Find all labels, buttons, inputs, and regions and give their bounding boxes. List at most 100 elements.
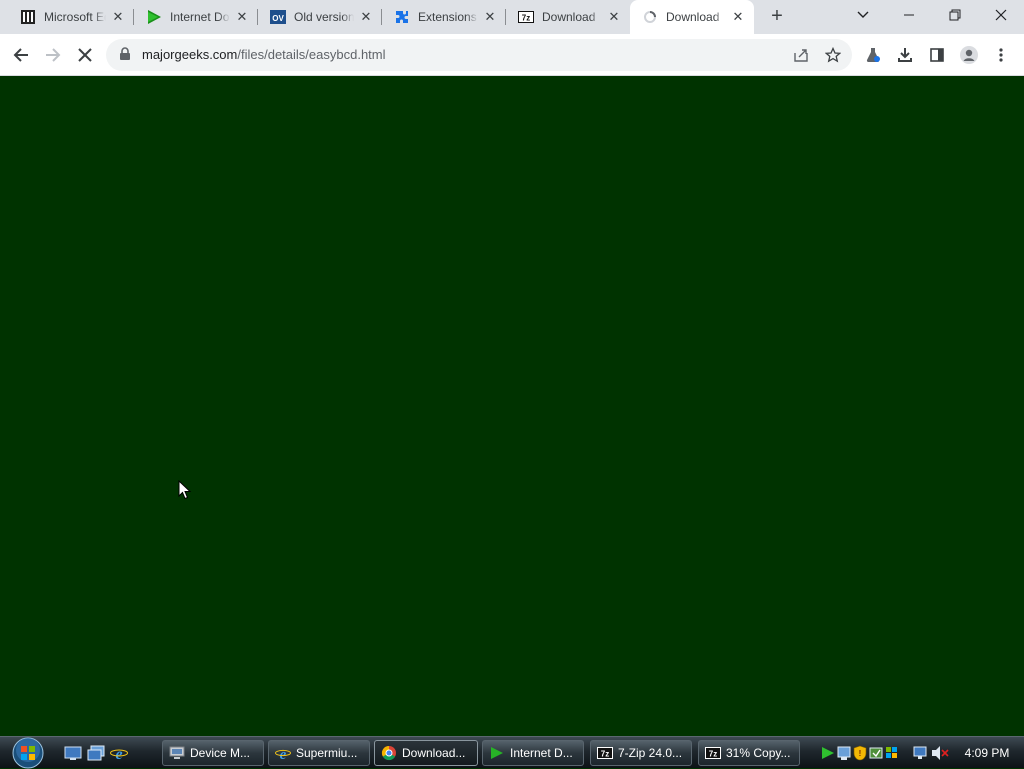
chrome-icon xyxy=(381,745,397,761)
taskbar-item-label: Internet D... xyxy=(510,746,573,760)
tab-title: Download xyxy=(666,10,720,24)
tab-extensions[interactable]: Extensions ✕ xyxy=(382,0,506,34)
tab-title: Microsoft Edge xyxy=(44,10,106,24)
star-icon xyxy=(825,47,841,63)
device-manager-icon xyxy=(169,745,185,761)
flask-icon xyxy=(866,48,880,62)
oldversion-tab-icon: OV xyxy=(270,9,286,25)
tab-title: Internet Download Manager xyxy=(170,10,230,24)
new-tab-button[interactable]: + xyxy=(766,6,788,28)
taskbar-item-label: Supermiu... xyxy=(296,746,358,760)
avatar-icon xyxy=(960,46,978,64)
idm-tray-icon[interactable] xyxy=(822,747,834,759)
ie-icon: e xyxy=(275,745,291,761)
tab-download-active[interactable]: Download ✕ xyxy=(630,0,754,34)
tab-internet-download-manager[interactable]: Internet Download Manager ✕ xyxy=(134,0,258,34)
download-icon xyxy=(898,48,912,62)
url-text: majorgeeks.com/files/details/easybcd.htm… xyxy=(142,39,386,71)
tab-search-button[interactable] xyxy=(840,0,886,30)
back-button[interactable] xyxy=(8,42,34,68)
taskbar-item-label: 31% Copy... xyxy=(726,746,791,760)
downloads-button[interactable] xyxy=(892,42,918,68)
tab-title: Old version xyxy=(294,10,354,24)
more-vertical-icon xyxy=(999,48,1003,62)
system-tray: ! xyxy=(822,745,949,761)
svg-text:OV: OV xyxy=(272,14,284,23)
forward-button[interactable] xyxy=(40,42,66,68)
share-button[interactable] xyxy=(788,42,814,68)
close-tab-icon[interactable]: ✕ xyxy=(110,9,126,25)
taskbar-item-internet-download-manager[interactable]: Internet D... xyxy=(482,740,584,766)
idm-icon xyxy=(489,745,505,761)
network-tray-icon[interactable] xyxy=(837,746,851,760)
mouse-pointer-icon xyxy=(178,480,192,500)
7zip-icon: 7z xyxy=(597,745,613,761)
internet-explorer-icon[interactable]: e xyxy=(110,745,128,761)
start-button[interactable] xyxy=(8,737,48,769)
taskbar-item-supermium[interactable]: e Supermiu... xyxy=(268,740,370,766)
side-panel-button[interactable] xyxy=(924,42,950,68)
page-content[interactable] xyxy=(0,76,1024,736)
switch-windows-icon[interactable] xyxy=(87,745,105,761)
system-clock[interactable]: 4:09 PM xyxy=(960,737,1014,769)
close-tab-icon[interactable]: ✕ xyxy=(482,9,498,25)
close-tab-icon[interactable]: ✕ xyxy=(358,9,374,25)
svg-text:e: e xyxy=(115,746,122,761)
restore-button[interactable] xyxy=(932,0,978,30)
url-path: /files/details/easybcd.html xyxy=(237,47,386,62)
taskbar-item-copy-progress[interactable]: 7z 31% Copy... xyxy=(698,740,800,766)
address-bar[interactable]: majorgeeks.com/files/details/easybcd.htm… xyxy=(106,39,852,71)
side-panel-icon xyxy=(930,48,944,62)
menu-button[interactable] xyxy=(988,42,1014,68)
stop-loading-button[interactable] xyxy=(72,42,98,68)
windows-tray-icon[interactable] xyxy=(886,747,897,758)
svg-text:7z: 7z xyxy=(601,750,609,759)
taskbar-item-label: Download... xyxy=(402,746,466,760)
idm-tab-icon xyxy=(146,9,162,25)
close-icon xyxy=(995,9,1007,21)
bookmark-button[interactable] xyxy=(820,42,846,68)
tab-old-version[interactable]: OV Old version ✕ xyxy=(258,0,382,34)
arrow-left-icon xyxy=(13,48,28,62)
close-window-button[interactable] xyxy=(978,0,1024,30)
close-tab-icon[interactable]: ✕ xyxy=(606,9,622,25)
close-tab-icon[interactable]: ✕ xyxy=(730,9,746,25)
taskbar: e Device M... e Supermiu... Download... … xyxy=(0,736,1024,769)
arrow-right-icon xyxy=(46,48,61,62)
taskbar-item-7zip[interactable]: 7z 7-Zip 24.0... xyxy=(590,740,692,766)
taskbar-item-label: Device M... xyxy=(190,746,251,760)
share-icon xyxy=(794,49,808,62)
minimize-icon xyxy=(904,14,914,16)
svg-text:e: e xyxy=(280,747,287,761)
7zip-tab-icon: 7z xyxy=(518,9,534,25)
tab-title: Download xyxy=(542,10,596,24)
minimize-button[interactable] xyxy=(886,0,932,30)
svg-text:!: ! xyxy=(859,749,862,758)
svg-text:7z: 7z xyxy=(522,14,530,23)
taskbar-item-label: 7-Zip 24.0... xyxy=(618,746,683,760)
chevron-down-icon xyxy=(857,11,869,18)
show-desktop-icon[interactable] xyxy=(64,745,82,761)
network-connection-icon[interactable] xyxy=(913,746,927,759)
url-host: majorgeeks.com xyxy=(142,47,238,62)
extension-button[interactable] xyxy=(860,42,886,68)
microsoft-tab-icon xyxy=(20,9,36,25)
tab-title: Extensions xyxy=(418,10,477,24)
tab-microsoft[interactable]: Microsoft Edge ✕ xyxy=(8,0,134,34)
taskbar-item-download-browser[interactable]: Download... xyxy=(374,740,478,766)
volume-muted-icon[interactable] xyxy=(932,746,949,760)
restore-icon xyxy=(949,9,961,21)
extensions-tab-icon xyxy=(394,9,410,25)
lock-icon[interactable] xyxy=(118,47,132,61)
update-tray-icon[interactable] xyxy=(869,747,883,759)
svg-text:7z: 7z xyxy=(709,750,717,759)
7zip-icon: 7z xyxy=(705,745,721,761)
tab-download-7zip[interactable]: 7z Download ✕ xyxy=(506,0,630,34)
loading-tab-icon xyxy=(642,9,658,25)
profile-button[interactable] xyxy=(956,42,982,68)
browser-toolbar: majorgeeks.com/files/details/easybcd.htm… xyxy=(0,34,1024,76)
close-tab-icon[interactable]: ✕ xyxy=(234,9,250,25)
security-shield-icon[interactable]: ! xyxy=(853,745,867,761)
taskbar-item-device-manager[interactable]: Device M... xyxy=(162,740,264,766)
stop-icon xyxy=(78,48,92,62)
